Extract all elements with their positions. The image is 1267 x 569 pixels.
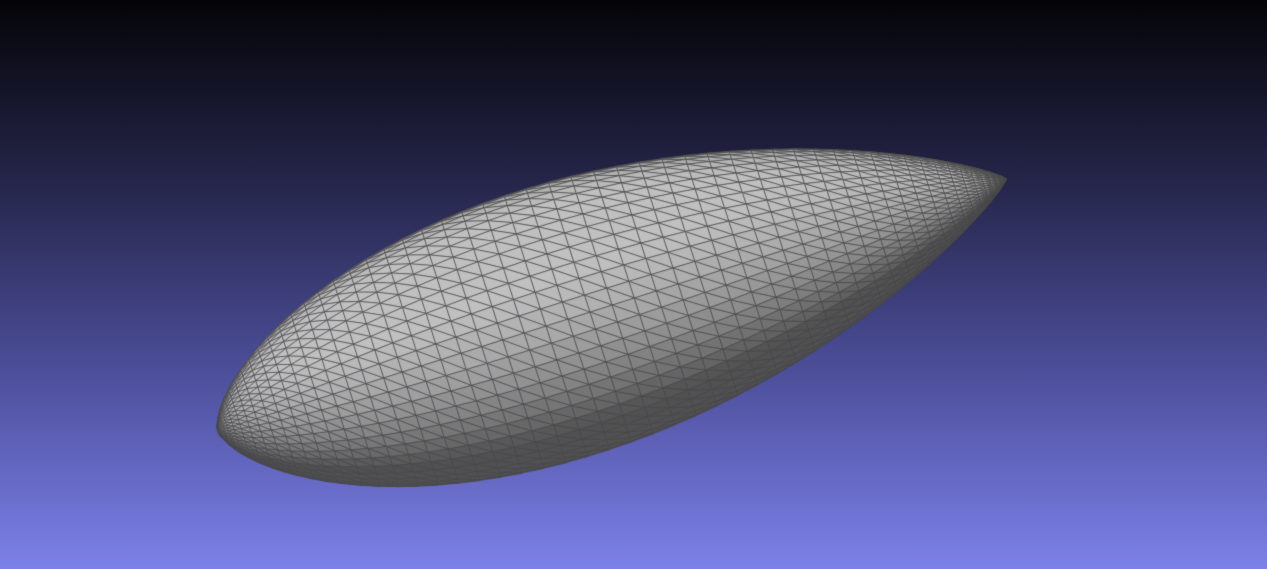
mesh-canvas[interactable] (0, 0, 1267, 569)
3d-viewport[interactable] (0, 0, 1267, 569)
